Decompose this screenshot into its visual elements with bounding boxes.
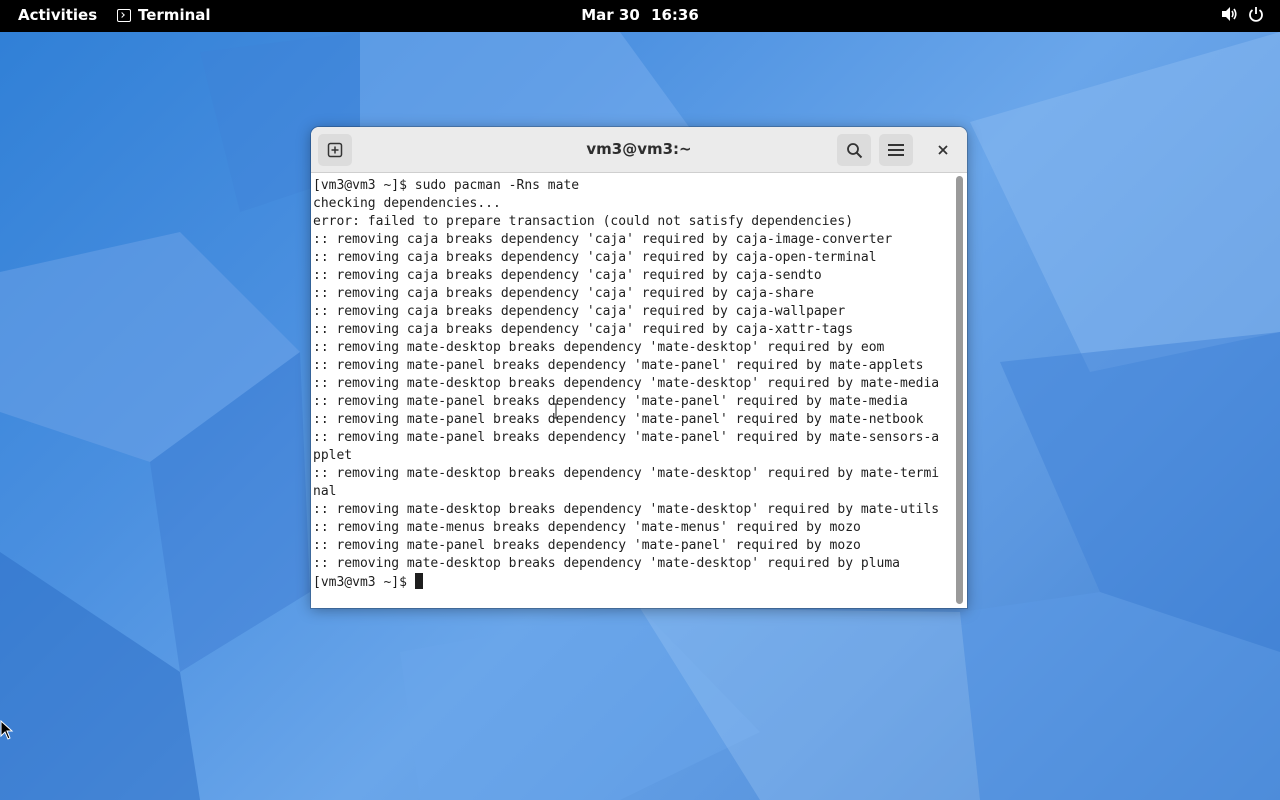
terminal-text: [vm3@vm3 ~]$ sudo pacman -Rns mate check… bbox=[311, 173, 954, 592]
terminal-line: [vm3@vm3 ~]$ sudo pacman -Rns mate bbox=[313, 178, 580, 193]
terminal-line: :: removing caja breaks dependency 'caja… bbox=[313, 286, 814, 301]
top-bar: Activities Terminal Mar 30 16:36 bbox=[0, 0, 1280, 32]
terminal-line: :: removing mate-desktop breaks dependen… bbox=[313, 502, 940, 517]
terminal-line: :: removing caja breaks dependency 'caja… bbox=[313, 250, 877, 265]
terminal-line: nal bbox=[313, 484, 337, 499]
terminal-line: :: removing caja breaks dependency 'caja… bbox=[313, 268, 822, 283]
terminal-line: :: removing caja breaks dependency 'caja… bbox=[313, 232, 893, 247]
terminal-output[interactable]: [vm3@vm3 ~]$ sudo pacman -Rns mate check… bbox=[311, 173, 954, 608]
search-button[interactable] bbox=[837, 134, 871, 166]
title-bar[interactable]: vm3@vm3:~ bbox=[311, 127, 967, 173]
terminal-window[interactable]: vm3@vm3:~ [vm3@vm3 ~]$ sudo pacman -Rns … bbox=[311, 127, 967, 608]
clock-time: 16:36 bbox=[651, 6, 699, 24]
terminal-line: :: removing mate-panel breaks dependency… bbox=[313, 412, 924, 427]
terminal-line: :: removing caja breaks dependency 'caja… bbox=[313, 322, 854, 337]
text-cursor-icon bbox=[554, 403, 558, 419]
search-icon bbox=[846, 142, 862, 158]
shell-prompt: [vm3@vm3 ~]$ bbox=[313, 575, 415, 590]
clock-date: Mar 30 bbox=[581, 6, 640, 24]
clock[interactable]: Mar 30 16:36 bbox=[0, 6, 1280, 24]
terminal-line: :: removing mate-desktop breaks dependen… bbox=[313, 466, 940, 481]
close-icon bbox=[938, 145, 948, 155]
terminal-line: :: removing mate-panel breaks dependency… bbox=[313, 538, 861, 553]
terminal-line: :: removing mate-desktop breaks dependen… bbox=[313, 376, 940, 391]
volume-icon bbox=[1221, 6, 1238, 22]
terminal-line: pplet bbox=[313, 448, 353, 463]
scrollbar[interactable] bbox=[956, 176, 963, 604]
close-button[interactable] bbox=[931, 138, 955, 162]
terminal-line: error: failed to prepare transaction (co… bbox=[313, 214, 854, 229]
menu-button[interactable] bbox=[879, 134, 913, 166]
terminal-line: :: removing mate-panel breaks dependency… bbox=[313, 394, 908, 409]
terminal-line: :: removing mate-menus breaks dependency… bbox=[313, 520, 861, 535]
system-menu[interactable] bbox=[1221, 6, 1264, 22]
mouse-pointer-icon bbox=[0, 720, 14, 740]
terminal-cursor bbox=[414, 573, 423, 589]
terminal-line: :: removing mate-desktop breaks dependen… bbox=[313, 340, 885, 355]
power-icon bbox=[1248, 6, 1264, 22]
terminal-line: :: removing mate-panel breaks dependency… bbox=[313, 358, 924, 373]
terminal-line: checking dependencies... bbox=[313, 196, 501, 211]
terminal-line: :: removing mate-desktop breaks dependen… bbox=[313, 556, 900, 571]
terminal-line: :: removing caja breaks dependency 'caja… bbox=[313, 304, 846, 319]
hamburger-menu-icon bbox=[888, 144, 904, 156]
terminal-line: :: removing mate-panel breaks dependency… bbox=[313, 430, 940, 445]
